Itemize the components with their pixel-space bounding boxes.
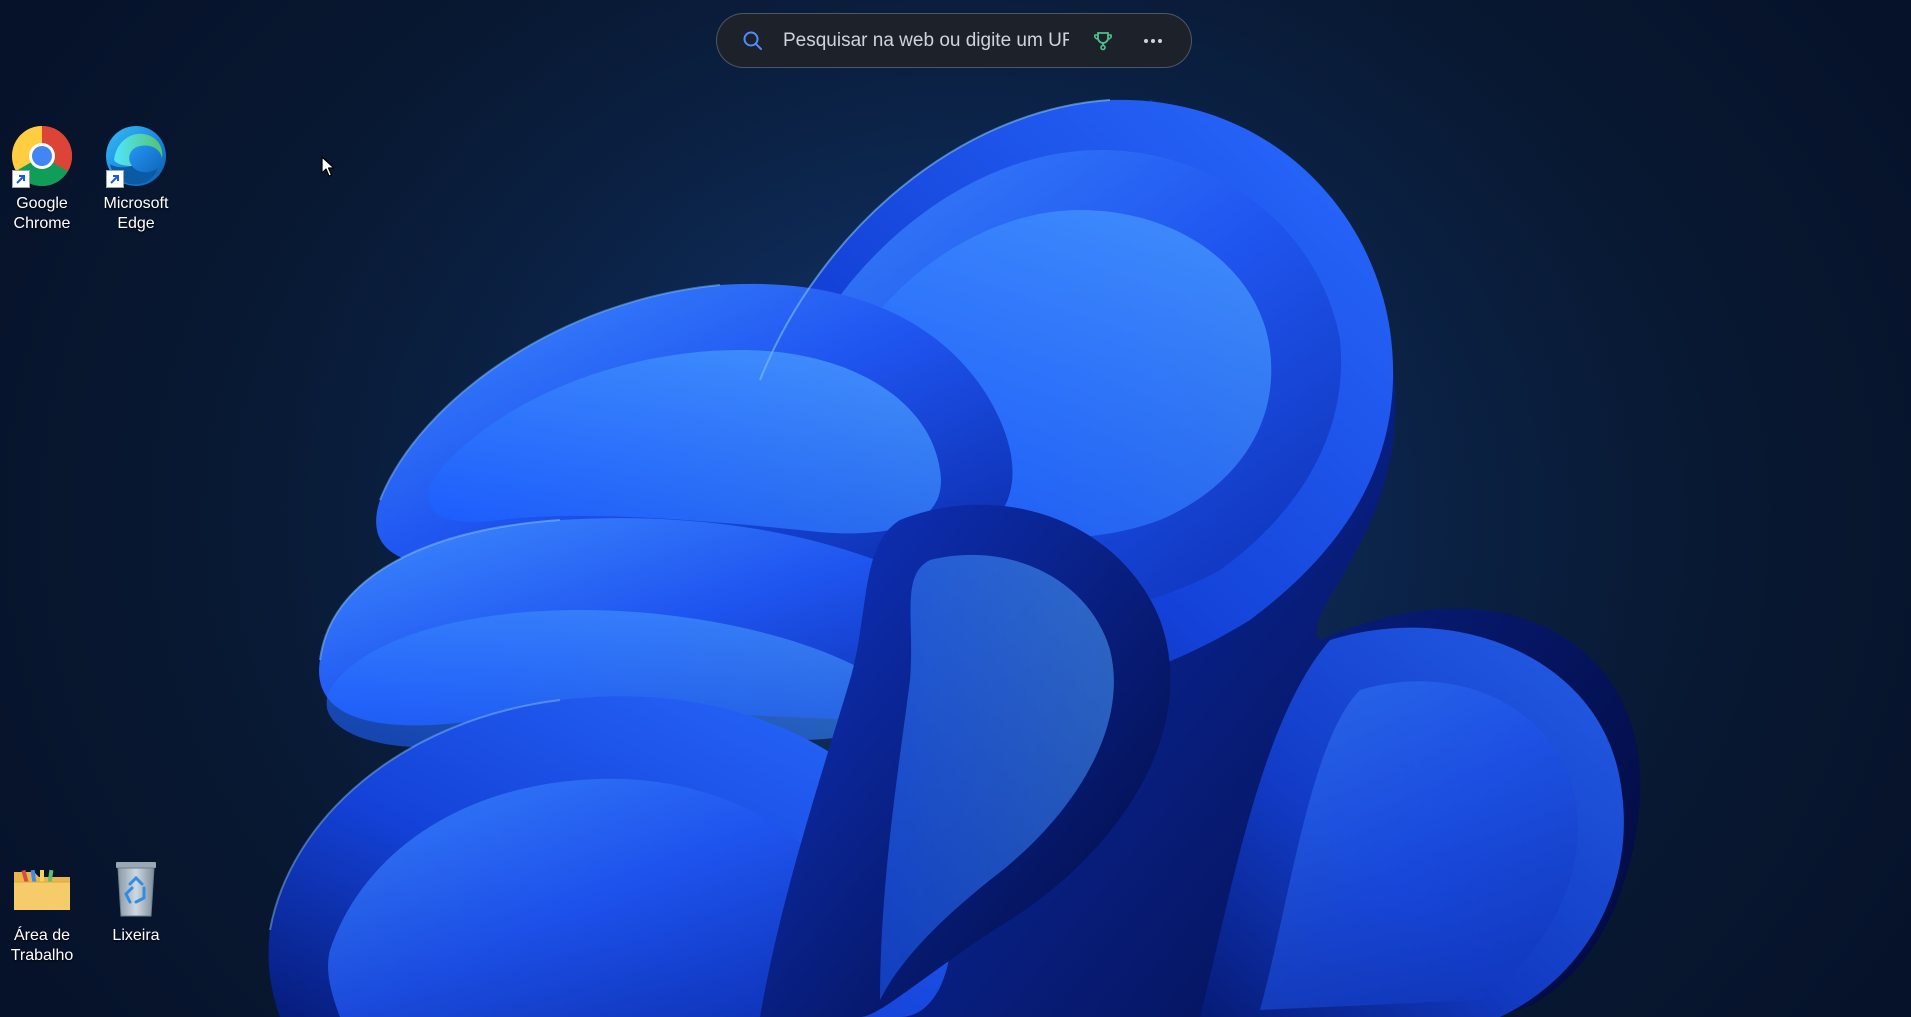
ellipsis-icon: [1144, 38, 1162, 43]
web-search-bar[interactable]: [716, 13, 1192, 68]
desktop-icon-area-de-trabalho[interactable]: Área de Trabalho: [0, 856, 88, 966]
desktop-icon-label: Google Chrome: [13, 195, 71, 232]
shortcut-arrow-icon: [12, 170, 30, 188]
desktop-icon-microsoft-edge[interactable]: Microsoft Edge: [90, 124, 182, 234]
desktop-icon-label: Microsoft Edge: [103, 195, 169, 232]
desktop[interactable]: Google Chrome: [0, 0, 1911, 1017]
desktop-icon-label: Área de Trabalho: [10, 927, 74, 964]
desktop-icon-google-chrome[interactable]: Google Chrome: [0, 124, 88, 234]
more-options-button[interactable]: [1135, 23, 1171, 59]
desktop-icon-lixeira[interactable]: Lixeira: [90, 856, 182, 946]
rewards-button[interactable]: [1085, 23, 1121, 59]
desktop-icon-label: Lixeira: [112, 927, 160, 944]
recycle-bin-icon: [116, 862, 156, 917]
shortcut-arrow-icon: [106, 170, 124, 188]
search-input[interactable]: [781, 28, 1071, 53]
wallpaper-bloom: [0, 0, 1911, 1017]
folder-icon: [14, 869, 70, 910]
search-icon: [743, 31, 762, 50]
mouse-cursor-icon: [321, 156, 335, 177]
trophy-icon: [1094, 31, 1112, 50]
